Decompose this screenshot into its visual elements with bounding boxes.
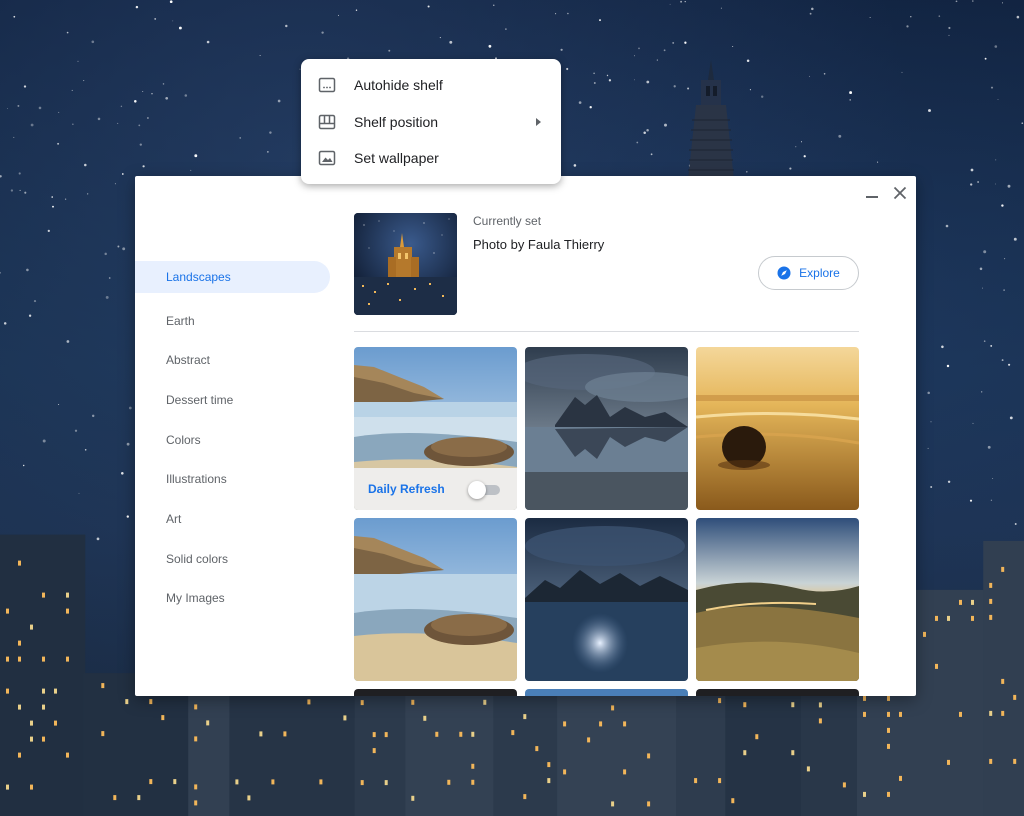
submenu-arrow-icon [536, 117, 541, 126]
menu-item-label: Shelf position [354, 113, 439, 130]
sidebar-item-label: Earth [166, 313, 195, 328]
explore-button[interactable]: Explore [758, 256, 859, 290]
sidebar-item-label: Dessert time [166, 392, 234, 407]
sidebar-item-label: My Images [166, 591, 225, 606]
sidebar-item-label: Solid colors [166, 551, 229, 566]
sidebar-item-illustrations[interactable]: Illustrations [135, 459, 330, 499]
wallpaper-tile-row3-2[interactable] [525, 689, 688, 696]
daily-refresh-label: Daily Refresh [368, 482, 445, 496]
shelf-position-icon [318, 113, 336, 131]
wallpaper-picker-window: Landscapes Earth Abstract Dessert time C… [135, 176, 916, 696]
sidebar-item-colors[interactable]: Colors [135, 420, 330, 460]
sidebar-item-earth[interactable]: Earth [135, 301, 330, 341]
minimize-button[interactable] [863, 186, 881, 204]
photo-credit: Photo by Faula Thierry [473, 237, 605, 252]
daily-refresh-toggle[interactable] [468, 481, 502, 499]
wallpaper-tile-row3-1[interactable] [354, 689, 517, 696]
menu-item-shelf-position[interactable]: Shelf position [301, 104, 561, 141]
sidebar-item-landscapes[interactable]: Landscapes [135, 261, 330, 293]
shelf-context-menu: Autohide shelf Shelf position Set wallpa… [301, 59, 561, 184]
sidebar-item-label: Colors [166, 432, 201, 447]
currently-set-label: Currently set [473, 214, 542, 228]
wallpaper-tile-night-lake[interactable] [525, 518, 688, 681]
wallpaper-tile-row3-3[interactable] [696, 689, 859, 696]
wallpaper-tile-golden-beach-orb[interactable] [696, 347, 859, 510]
menu-item-label: Set wallpaper [354, 150, 439, 167]
sidebar-item-abstract[interactable]: Abstract [135, 340, 330, 380]
toggle-knob [468, 481, 486, 499]
sidebar-item-my-images[interactable]: My Images [135, 579, 330, 619]
wallpaper-tile-coastal-rock[interactable]: Daily Refresh [354, 347, 517, 510]
close-icon [893, 186, 907, 200]
church-tower [688, 60, 734, 180]
minimize-icon [866, 196, 878, 198]
menu-item-set-wallpaper[interactable]: Set wallpaper [301, 140, 561, 177]
wallpaper-tile-mountain-lake[interactable] [525, 347, 688, 510]
daily-refresh-bar: Daily Refresh [354, 468, 517, 510]
sidebar-item-label: Landscapes [166, 270, 231, 284]
compass-icon [777, 266, 791, 280]
current-wallpaper-thumbnail [354, 213, 457, 315]
menu-item-autohide-shelf[interactable]: Autohide shelf [301, 67, 561, 104]
sidebar-item-label: Abstract [166, 353, 211, 368]
wallpaper-tile-coastal-rock-2[interactable] [354, 518, 517, 681]
sidebar-item-art[interactable]: Art [135, 499, 330, 539]
sidebar-item-label: Art [166, 511, 182, 526]
sidebar-item-label: Illustrations [166, 472, 227, 487]
explore-label: Explore [799, 266, 840, 280]
menu-item-label: Autohide shelf [354, 77, 443, 94]
wallpaper-tile-valley-sunset[interactable] [696, 518, 859, 681]
divider [354, 331, 859, 332]
sidebar-item-solid-colors[interactable]: Solid colors [135, 539, 330, 579]
sidebar-item-dessert-time[interactable]: Dessert time [135, 380, 330, 420]
category-sidebar: Landscapes Earth Abstract Dessert time C… [135, 258, 330, 618]
autohide-shelf-icon [318, 76, 336, 94]
wallpaper-icon [318, 149, 336, 167]
close-button[interactable] [890, 183, 910, 203]
